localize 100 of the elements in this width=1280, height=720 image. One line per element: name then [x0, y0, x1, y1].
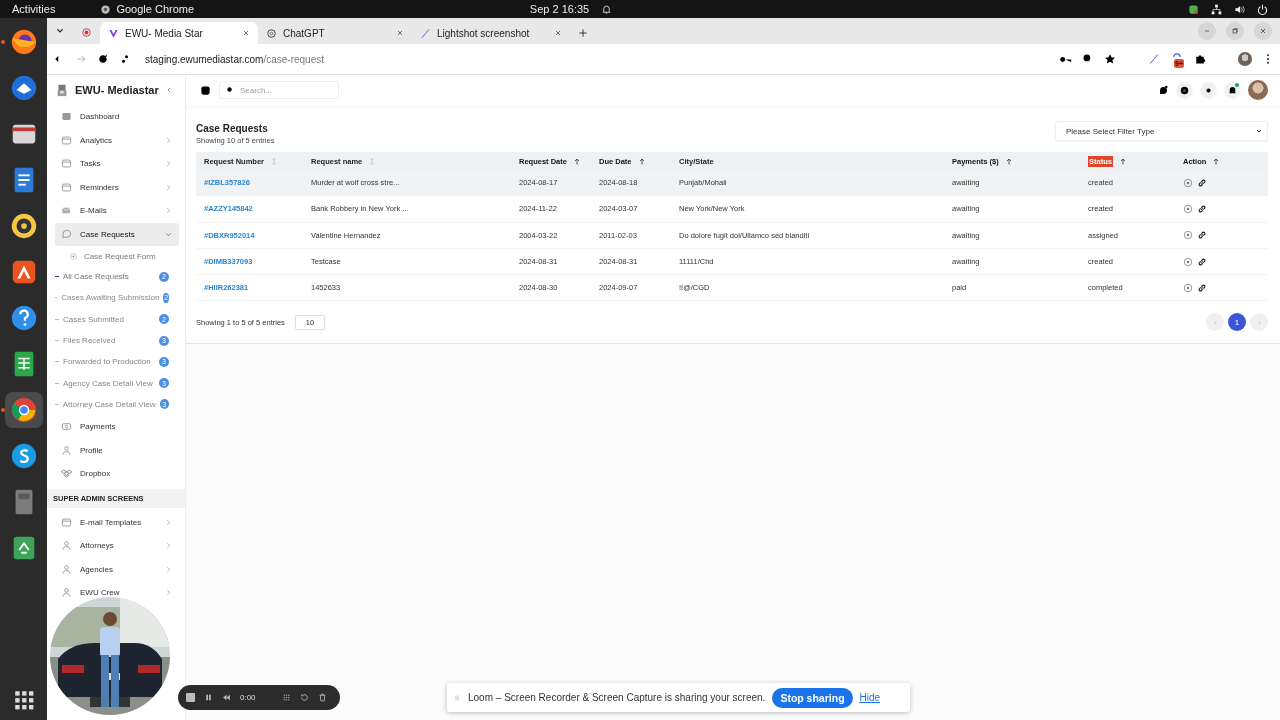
nav-item[interactable]: E-Mails [55, 199, 179, 223]
box-icon [61, 468, 72, 480]
app-title: EWU- Mediastar [75, 84, 159, 96]
chevron-icon [164, 206, 173, 216]
restore-icon [1231, 27, 1239, 35]
sort-up-icon[interactable] [1118, 156, 1127, 166]
recording-time: 0:00 [240, 693, 256, 702]
chevron-icon [164, 517, 173, 527]
nav-item[interactable]: Attorneys [55, 534, 179, 558]
nav-item[interactable]: Analytics [55, 128, 179, 152]
grid-icon[interactable] [281, 693, 291, 702]
nav-item[interactable]: Reminders [55, 175, 179, 199]
theme-button[interactable] [1200, 81, 1217, 99]
sharing-message: Loom – Screen Recorder & Screen Capture is sharing your screen. [468, 692, 766, 703]
nav-item[interactable]: Dropbox [55, 462, 179, 486]
chevron-left-icon [1211, 319, 1219, 326]
chevron-icon [164, 588, 173, 598]
logo-icon [55, 82, 69, 98]
person-icon [61, 563, 72, 575]
page-title: Case Requests [196, 123, 269, 134]
window-icon [61, 158, 72, 170]
link-icon[interactable] [1197, 230, 1207, 241]
filter-select[interactable]: Please Select Filter Type [1055, 121, 1268, 141]
link-icon[interactable] [1197, 177, 1207, 188]
eye-icon[interactable] [1183, 230, 1193, 241]
nav-item[interactable]: Dashboard [55, 105, 179, 129]
restore-button[interactable] [1226, 22, 1244, 40]
trash-icon[interactable] [317, 693, 327, 702]
chevron-icon [164, 541, 173, 551]
window-icon [61, 134, 72, 146]
link-icon[interactable] [1197, 256, 1207, 267]
shield-icon[interactable] [1188, 3, 1199, 15]
nav-item[interactable]: E-mail Templates [55, 510, 179, 535]
nav-item[interactable]: EWU Crew [55, 581, 179, 605]
minimize-icon [1203, 27, 1211, 35]
apps-grid-icon[interactable] [13, 690, 34, 710]
chevron-icon [1255, 127, 1263, 135]
target-button[interactable] [1176, 81, 1193, 99]
chevron-icon [164, 182, 173, 192]
card-icon [61, 421, 72, 433]
sort-up-icon[interactable] [1004, 156, 1013, 166]
nav-subitem[interactable]: Case Request Form [55, 246, 179, 266]
app-menu[interactable]: Google Chrome [100, 3, 195, 15]
dashboard-icon [61, 111, 72, 123]
eye-icon[interactable] [1183, 203, 1193, 214]
window-icon [61, 181, 72, 193]
page-button[interactable]: 1 [1228, 313, 1246, 332]
feather-icon [420, 27, 431, 39]
person-icon [61, 444, 72, 456]
nav-item[interactable]: Tasks [55, 152, 179, 176]
eye-icon[interactable] [1183, 177, 1193, 188]
dock-button[interactable] [4, 392, 43, 428]
close-button[interactable] [1254, 22, 1272, 40]
sort-up-icon[interactable] [1212, 156, 1221, 166]
sort-up-icon[interactable] [572, 156, 581, 166]
radio-icon [69, 251, 78, 261]
record-icon[interactable] [81, 27, 92, 38]
browser-icon [100, 3, 112, 15]
person-icon [61, 540, 72, 552]
avatar[interactable] [1238, 52, 1252, 66]
new-tab-icon[interactable] [578, 28, 588, 38]
avatar[interactable] [1248, 80, 1268, 100]
hide-link[interactable]: Hide [859, 692, 881, 703]
close-icon [1259, 27, 1267, 35]
chevron-right-icon [1255, 319, 1263, 326]
eye-icon[interactable] [1183, 256, 1193, 267]
feather-icon[interactable] [1148, 53, 1160, 65]
v-logo-icon [108, 27, 119, 39]
link-icon[interactable] [1197, 203, 1207, 214]
window-icon [61, 516, 72, 528]
nav-item[interactable]: Case Requests [55, 222, 179, 246]
clock[interactable]: Sep 2 16:35 [529, 3, 590, 15]
chevron-icon [164, 564, 173, 574]
rewind-icon[interactable] [222, 693, 231, 702]
sort-up-icon[interactable] [637, 156, 646, 166]
star-icon[interactable] [1104, 53, 1116, 65]
pause-icon[interactable] [204, 693, 213, 702]
close-icon[interactable] [396, 29, 404, 37]
restart-icon[interactable] [299, 693, 309, 702]
browser-tab[interactable]: EWU- Media Star [100, 22, 258, 44]
stop-sharing-button[interactable]: Stop sharing [772, 687, 853, 708]
link-icon[interactable] [1197, 282, 1207, 293]
close-icon[interactable] [554, 29, 562, 37]
notifications-button[interactable] [1224, 81, 1241, 99]
chevron-icon [164, 135, 173, 145]
volume-icon[interactable] [1234, 3, 1245, 15]
power-icon[interactable] [1257, 3, 1268, 15]
close-icon[interactable] [242, 29, 250, 37]
knot-icon [266, 27, 277, 39]
nav-item[interactable]: Agencies [55, 557, 179, 582]
nav-item[interactable]: Payments [55, 415, 179, 439]
nav-item[interactable]: Profile [55, 438, 179, 463]
browser-tab[interactable]: Lightshot screenshot [412, 22, 570, 44]
activities-button[interactable]: Activities [12, 3, 56, 15]
chat-bubble-icon [61, 228, 72, 240]
person-icon [61, 587, 72, 599]
browser-tab[interactable]: ChatGPT [258, 22, 412, 44]
address-field[interactable]: staging.ewumediastar.com/case-request [145, 53, 324, 65]
network-icon[interactable] [1211, 3, 1222, 15]
eye-icon[interactable] [1183, 282, 1193, 293]
